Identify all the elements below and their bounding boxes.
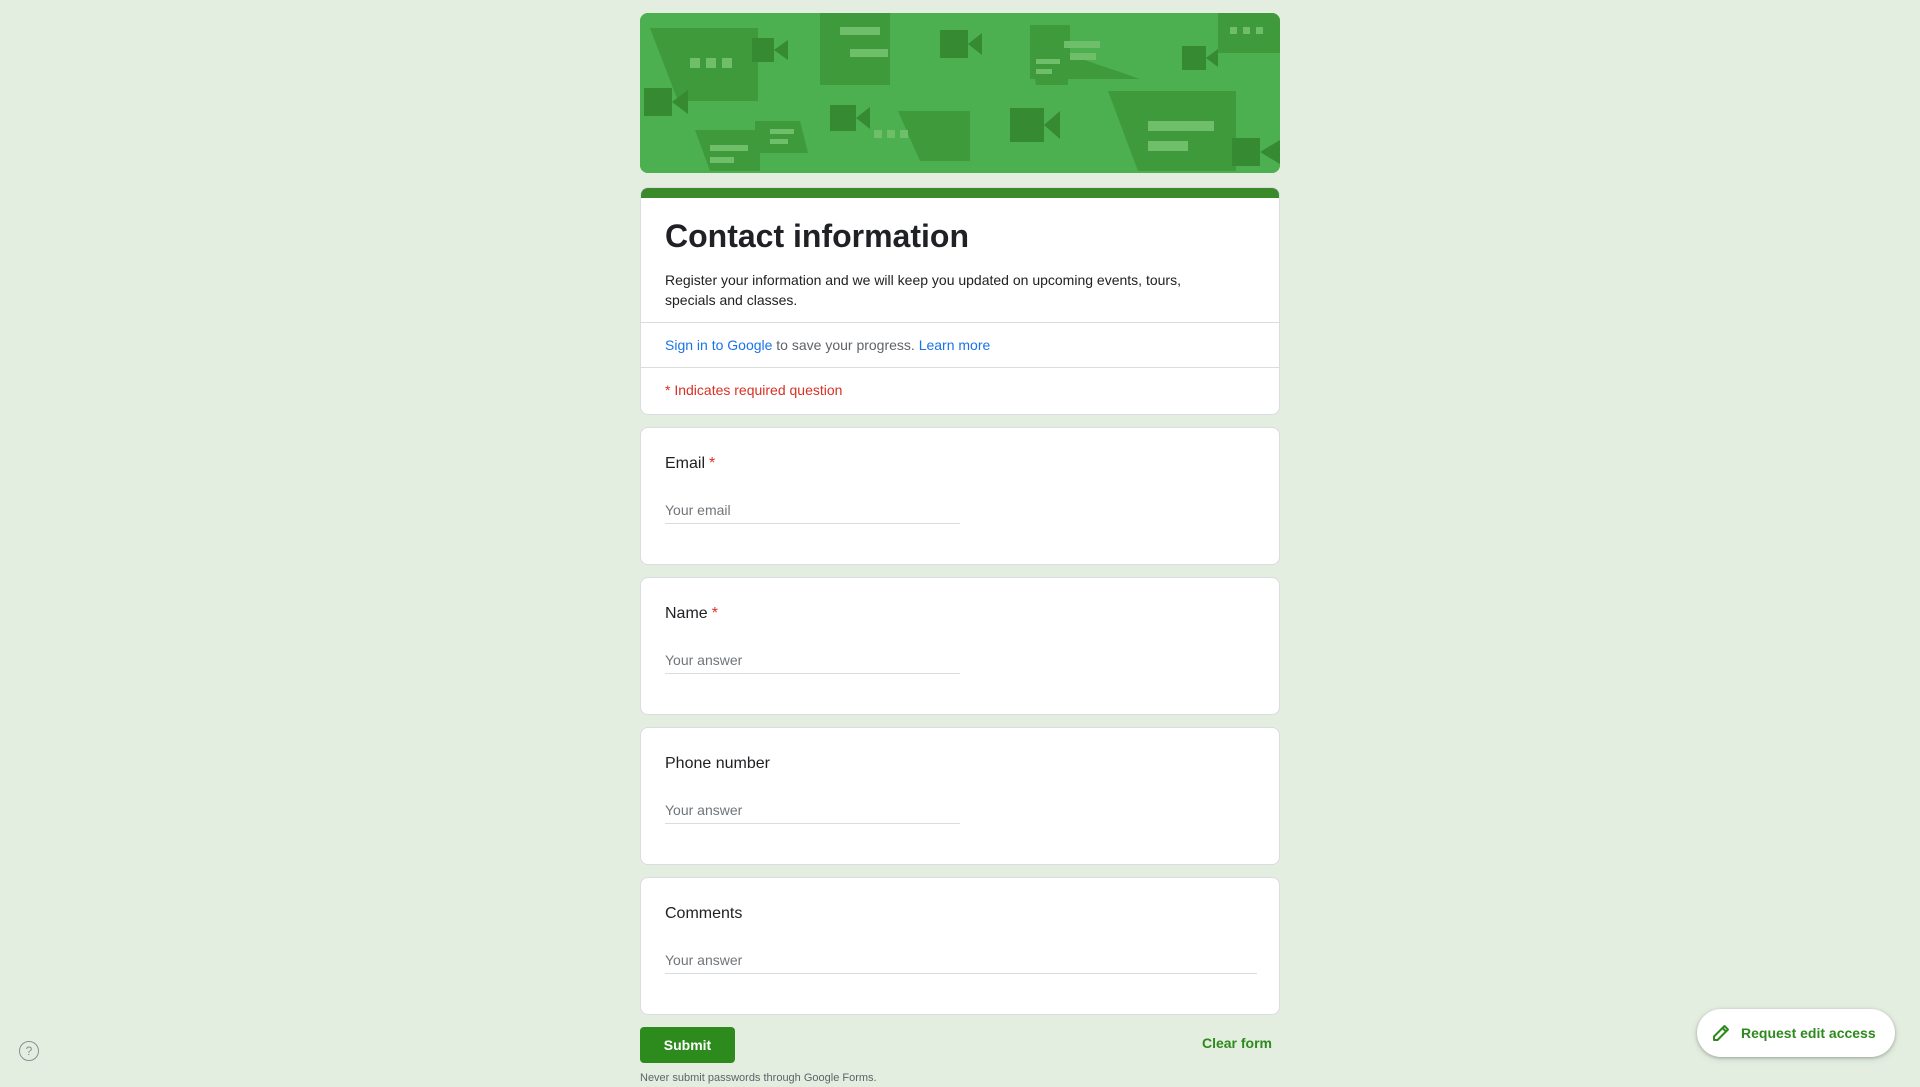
header-banner-image	[640, 13, 1280, 173]
accent-bar	[641, 188, 1279, 198]
submit-button[interactable]: Submit	[640, 1027, 735, 1063]
question-title: Phone number	[665, 755, 770, 772]
phone-input[interactable]	[665, 798, 960, 824]
question-card-comments: Comments	[640, 877, 1280, 1015]
question-label: Name *	[665, 602, 1255, 626]
question-title: Email	[665, 455, 706, 472]
required-asterisk: *	[709, 455, 716, 472]
form-container: Contact information Register your inform…	[640, 13, 1280, 1087]
form-header-card: Contact information Register your inform…	[640, 187, 1280, 415]
signin-text: to save your progress.	[772, 337, 919, 353]
form-title: Contact information	[665, 218, 969, 254]
question-card-name: Name *	[640, 577, 1280, 715]
question-card-phone: Phone number	[640, 727, 1280, 865]
learn-more-link[interactable]: Learn more	[919, 337, 991, 353]
signin-row: Sign in to Google to save your progress.…	[641, 322, 1279, 367]
sign-in-link[interactable]: Sign in to Google	[665, 337, 772, 353]
question-title: Name	[665, 605, 708, 622]
question-label: Phone number	[665, 752, 1255, 776]
help-circle-icon[interactable]: ?	[19, 1041, 39, 1061]
clear-form-button[interactable]: Clear form	[1202, 1035, 1272, 1051]
required-note: * Indicates required question	[641, 367, 1279, 414]
pencil-icon	[1713, 1025, 1729, 1041]
name-input[interactable]	[665, 648, 960, 674]
question-label: Email *	[665, 452, 1255, 476]
question-title: Comments	[665, 905, 743, 922]
question-label: Comments	[665, 902, 1255, 926]
request-edit-access-label: Request edit access	[1741, 1025, 1876, 1041]
question-card-email: Email *	[640, 427, 1280, 565]
form-description: Register your information and we will ke…	[665, 272, 1181, 308]
request-edit-access-button[interactable]: Request edit access	[1697, 1009, 1895, 1057]
comments-input[interactable]	[665, 948, 1257, 974]
required-asterisk: *	[711, 605, 718, 622]
email-input[interactable]	[665, 498, 960, 524]
footer-note: Never submit passwords through Google Fo…	[640, 1072, 877, 1084]
